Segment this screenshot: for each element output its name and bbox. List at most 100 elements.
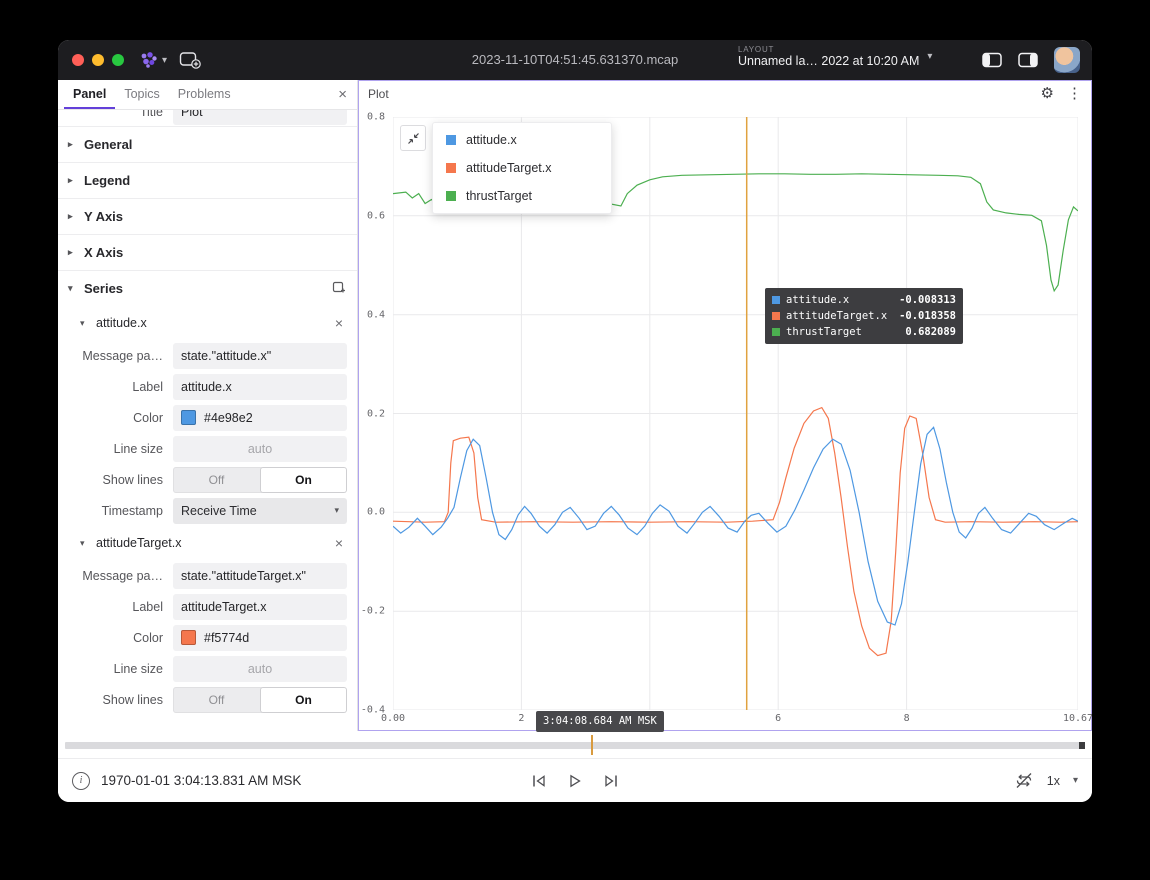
playback-speed[interactable]: 1x	[1047, 774, 1060, 788]
scrubber-end-marker	[1079, 742, 1085, 749]
toggle-left-sidebar-button[interactable]	[982, 52, 1002, 68]
chevron-down-icon: ▾	[334, 505, 339, 516]
field-label: Color	[58, 411, 173, 425]
app-menu-button[interactable]: ▾	[138, 51, 167, 69]
show-lines-toggle: Off On	[173, 467, 347, 493]
line-size-input[interactable]: auto	[173, 656, 347, 682]
tab-panel[interactable]: Panel	[64, 80, 115, 109]
color-input[interactable]: #f5774d	[173, 625, 347, 651]
tooltip-row: attitudeTarget.x -0.018358	[772, 308, 956, 324]
field-label: Show lines	[58, 473, 173, 487]
section-y-axis[interactable]: ▸ Y Axis	[58, 198, 357, 234]
tooltip-series-name: attitude.x	[786, 294, 893, 306]
section-label: Series	[84, 281, 123, 296]
panel-settings-gear-icon[interactable]: ⚙	[1041, 84, 1054, 102]
chevron-down-icon[interactable]: ▾	[1073, 775, 1078, 786]
scrubber-track[interactable]	[65, 742, 1085, 749]
layout-name: Unnamed la… 2022 at 10:20 AM	[738, 54, 919, 68]
show-lines-off-button[interactable]: Off	[173, 687, 260, 713]
timestamp-row: Timestamp Receive Time ▾	[58, 495, 357, 526]
layout-selector[interactable]: LAYOUT Unnamed la… 2022 at 10:20 AM ▾	[738, 45, 932, 68]
seek-end-button[interactable]	[603, 773, 620, 789]
collapse-legend-button[interactable]	[400, 125, 426, 151]
close-window-button[interactable]	[72, 54, 84, 66]
label-input[interactable]: attitude.x	[173, 374, 347, 400]
series-color-swatch	[446, 191, 456, 201]
chevron-right-icon: ▸	[68, 139, 84, 150]
label-row: Label attitudeTarget.x	[58, 591, 357, 622]
section-label: Y Axis	[84, 209, 123, 224]
tooltip-series-value: -0.018358	[899, 310, 956, 322]
tab-problems[interactable]: Problems	[169, 80, 240, 109]
chart-hover-tooltip: attitude.x -0.008313 attitudeTarget.x -0…	[765, 288, 963, 344]
chevron-down-icon: ▾	[80, 318, 96, 329]
show-lines-row: Show lines Off On	[58, 684, 357, 715]
message-path-input[interactable]: state."attitude.x"	[173, 343, 347, 369]
message-path-row: Message pa… state."attitude.x"	[58, 340, 357, 371]
panel-settings: Title Plot ▸ General ▸ Legend ▸ Y Axis	[58, 110, 357, 731]
close-sidebar-icon[interactable]: ×	[334, 86, 351, 103]
chevron-right-icon: ▸	[68, 211, 84, 222]
play-button[interactable]	[568, 773, 583, 789]
line-size-row: Line size auto	[58, 653, 357, 684]
tab-topics[interactable]: Topics	[115, 80, 168, 109]
info-icon[interactable]: i	[72, 772, 90, 790]
field-label: Message pa…	[58, 349, 173, 363]
color-swatch[interactable]	[181, 630, 196, 645]
timeline-scrubber[interactable]	[58, 731, 1092, 758]
clipped-title-row: Title Plot	[58, 110, 357, 126]
seek-start-button[interactable]	[531, 773, 548, 789]
add-series-icon[interactable]	[332, 281, 347, 296]
field-label: Label	[58, 380, 173, 394]
scrubber-playhead[interactable]	[591, 735, 593, 755]
show-lines-off-button[interactable]: Off	[173, 467, 260, 493]
remove-series-icon[interactable]: ×	[331, 315, 347, 331]
series-color-swatch	[772, 312, 780, 320]
legend-item[interactable]: attitude.x	[433, 126, 611, 154]
color-input[interactable]: #4e98e2	[173, 405, 347, 431]
timestamp-value: Receive Time	[181, 504, 257, 518]
legend-item[interactable]: thrustTarget	[433, 182, 611, 210]
window-controls	[72, 54, 124, 66]
toggle-right-sidebar-button[interactable]	[1018, 52, 1038, 68]
line-size-input[interactable]: auto	[173, 436, 347, 462]
minimize-window-button[interactable]	[92, 54, 104, 66]
sidebar-tabbar: Panel Topics Problems ×	[58, 80, 357, 110]
section-label: Legend	[84, 173, 130, 188]
section-label: X Axis	[84, 245, 123, 260]
title-field-label: Title	[58, 110, 173, 119]
user-avatar[interactable]	[1054, 47, 1080, 73]
section-series[interactable]: ▾ Series	[58, 270, 357, 306]
remove-series-icon[interactable]: ×	[331, 535, 347, 551]
legend-item[interactable]: attitudeTarget.x	[433, 154, 611, 182]
source-title: 2023-11-10T04:51:45.631370.mcap	[472, 40, 678, 80]
color-swatch[interactable]	[181, 410, 196, 425]
color-row: Color #f5774d	[58, 622, 357, 653]
series-header-attitude-x[interactable]: ▾ attitude.x ×	[58, 306, 357, 340]
field-label: Message pa…	[58, 569, 173, 583]
loop-disabled-icon[interactable]	[1014, 772, 1034, 789]
show-lines-row: Show lines Off On	[58, 464, 357, 495]
title-field[interactable]: Plot	[173, 110, 347, 125]
zoom-window-button[interactable]	[112, 54, 124, 66]
show-lines-on-button[interactable]: On	[260, 467, 347, 493]
timestamp-select[interactable]: Receive Time ▾	[173, 498, 347, 524]
label-row: Label attitude.x	[58, 371, 357, 402]
tooltip-row: attitude.x -0.008313	[772, 292, 956, 308]
current-timestamp: 1970-01-01 3:04:13.831 AM MSK	[101, 773, 301, 788]
show-lines-on-button[interactable]: On	[260, 687, 347, 713]
chevron-down-icon: ▾	[68, 283, 84, 294]
collapse-arrows-icon	[407, 132, 420, 145]
app-window: ▾ 2023-11-10T04:51:45.631370.mcap LAYOUT…	[58, 40, 1092, 802]
label-input[interactable]: attitudeTarget.x	[173, 594, 347, 620]
add-window-button[interactable]	[179, 51, 201, 69]
section-general[interactable]: ▸ General	[58, 126, 357, 162]
left-sidebar: Panel Topics Problems × Title Plot ▸ Gen…	[58, 80, 358, 731]
series-header-attitudetarget-x[interactable]: ▾ attitudeTarget.x ×	[58, 526, 357, 560]
panel-menu-kebab-icon[interactable]: ⋮	[1067, 84, 1082, 102]
series-name: attitudeTarget.x	[96, 536, 181, 550]
message-path-input[interactable]: state."attitudeTarget.x"	[173, 563, 347, 589]
section-x-axis[interactable]: ▸ X Axis	[58, 234, 357, 270]
color-row: Color #4e98e2	[58, 402, 357, 433]
section-legend[interactable]: ▸ Legend	[58, 162, 357, 198]
